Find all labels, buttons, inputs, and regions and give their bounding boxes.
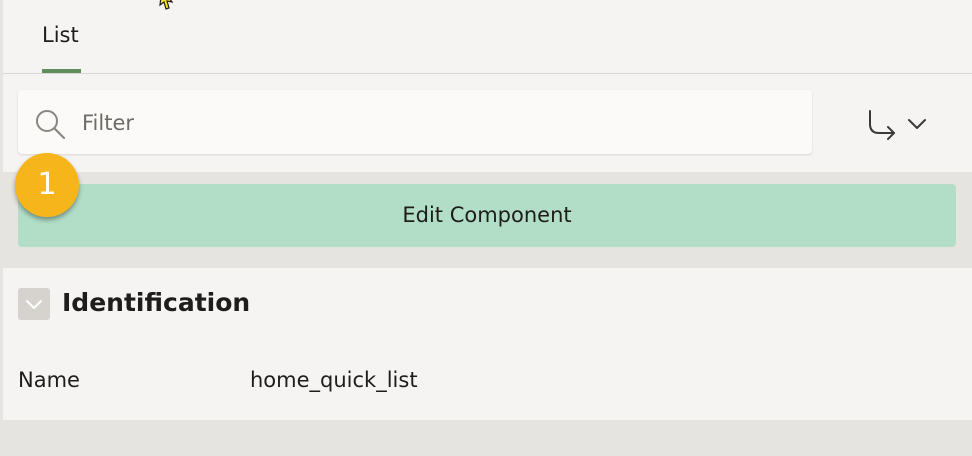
mouse-pointer-icon	[159, 0, 174, 10]
chevron-down-icon	[26, 300, 42, 309]
tab-list[interactable]: List	[42, 20, 81, 73]
goto-menu-button[interactable]	[865, 104, 931, 144]
property-value[interactable]: home_quick_list	[250, 362, 418, 398]
section-title: Identification	[62, 288, 251, 317]
tab-bar: List	[3, 0, 972, 74]
collapse-toggle-button[interactable]	[18, 288, 50, 320]
edit-component-strip: Edit Component	[3, 172, 972, 268]
active-tab-indicator	[42, 69, 81, 73]
chevron-down-icon	[908, 119, 926, 129]
filter-box	[18, 90, 812, 154]
tab-list-label: List	[42, 23, 79, 47]
edit-component-button[interactable]: Edit Component	[18, 184, 956, 247]
goto-arrow-icon	[869, 110, 895, 140]
property-row-name: Name home_quick_list	[18, 362, 918, 398]
filter-input[interactable]	[80, 102, 784, 144]
callout-number-badge: 1	[15, 153, 79, 217]
search-icon	[36, 110, 66, 140]
property-label: Name	[18, 368, 80, 392]
property-editor-panel: List Edit Component 1 Identificati	[3, 0, 972, 420]
